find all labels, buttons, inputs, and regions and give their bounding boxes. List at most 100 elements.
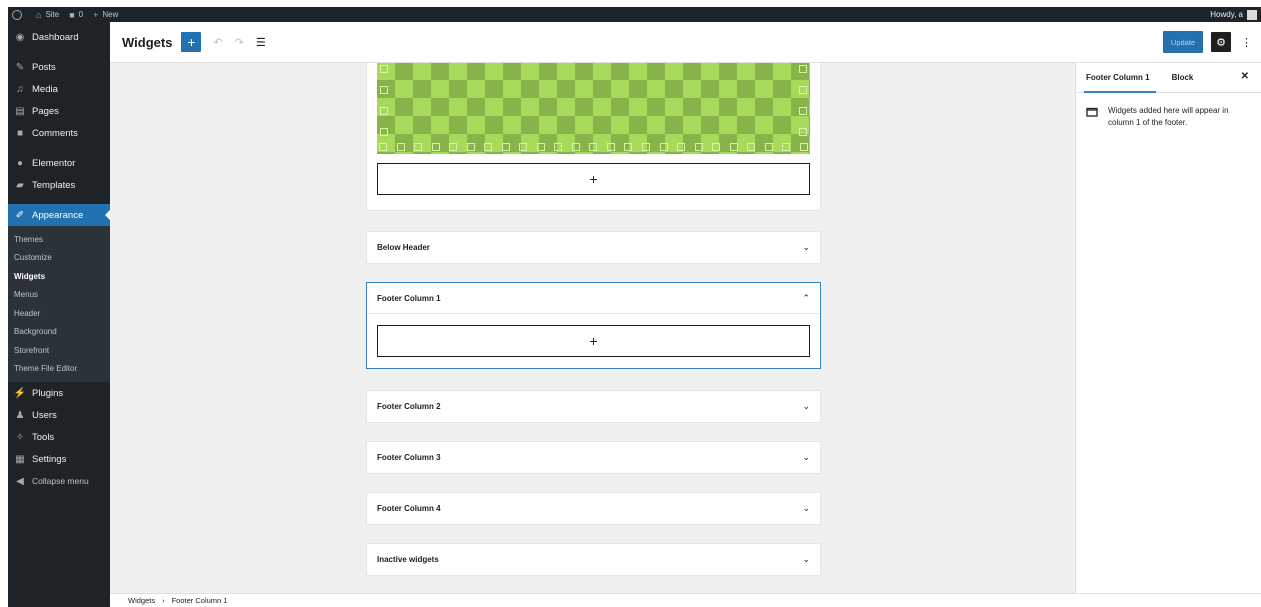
widget-area-inactive-widgets[interactable]: Inactive widgets ⌄ — [366, 543, 821, 576]
settings-gear-icon[interactable]: ⚙ — [1211, 32, 1231, 52]
submenu-item-theme-file-editor[interactable]: Theme File Editor — [8, 360, 110, 379]
new-content-link[interactable]: + New — [93, 10, 118, 20]
tab-block[interactable]: Block — [1172, 63, 1194, 93]
folder-icon: ▰ — [16, 179, 24, 191]
plus-icon: + — [93, 9, 99, 20]
sidebar-item-label: Collapse menu — [32, 476, 89, 486]
settings-sidebar: Footer Column 1 Block ✕ Widgets added he… — [1075, 63, 1261, 593]
widget-area-footer-column-1[interactable]: Footer Column 1 ⌃ + — [366, 282, 821, 369]
appearance-submenu: Themes Customize Widgets Menus Header Ba… — [8, 226, 110, 382]
wordpress-logo-icon[interactable] — [12, 9, 22, 20]
add-block-appender[interactable]: + — [377, 163, 810, 195]
chevron-right-icon: › — [162, 596, 165, 605]
sidebar-item-label: Templates — [32, 179, 76, 191]
submenu-item-widgets[interactable]: Widgets — [8, 267, 110, 286]
avatar — [1247, 9, 1257, 20]
pin-icon: ✎ — [15, 61, 25, 73]
editor-header: Widgets + ↶ ↷ ☰ Update ⚙ ⋮ — [110, 22, 1261, 63]
plugin-icon: ⚡ — [13, 387, 27, 399]
admin-bar: ⌂ Site ■ 0 + New Howdy, a — [8, 7, 1261, 22]
comments-link[interactable]: ■ 0 — [69, 10, 83, 20]
widget-area-below-header[interactable]: Below Header ⌄ — [366, 231, 821, 264]
close-icon[interactable]: ✕ — [1241, 71, 1249, 82]
submenu-item-background[interactable]: Background — [8, 323, 110, 342]
comments-count: 0 — [78, 10, 84, 19]
sidebar-item-tools[interactable]: ✧ Tools — [8, 426, 110, 448]
sidebar-item-users[interactable]: ♟ Users — [8, 404, 110, 426]
sidebar-item-appearance[interactable]: ✐ Appearance — [8, 204, 110, 226]
home-icon: ⌂ — [36, 9, 42, 20]
widget-area-icon — [1086, 107, 1098, 117]
submenu-item-menus[interactable]: Menus — [8, 286, 110, 305]
collapse-menu-button[interactable]: ◀ Collapse menu — [8, 470, 110, 492]
widget-area-footer-column-4[interactable]: Footer Column 4 ⌄ — [366, 492, 821, 525]
submenu-item-themes[interactable]: Themes — [8, 230, 110, 249]
dashboard-icon: ◉ — [15, 31, 25, 43]
chevron-down-icon[interactable]: ⌄ — [802, 242, 810, 253]
media-icon: ♫ — [16, 83, 24, 95]
breadcrumb-root[interactable]: Widgets — [128, 596, 155, 605]
widget-area-footer-column-2[interactable]: Footer Column 2 ⌄ — [366, 390, 821, 423]
submenu-item-customize[interactable]: Customize — [8, 249, 110, 268]
submenu-item-storefront[interactable]: Storefront — [8, 341, 110, 360]
chevron-down-icon[interactable]: ⌄ — [802, 554, 810, 565]
comment-icon: ■ — [16, 127, 24, 139]
howdy-label: Howdy, a — [1210, 10, 1243, 19]
update-button[interactable]: Update — [1163, 31, 1203, 53]
sidebar-item-label: Comments — [32, 127, 78, 139]
tab-widget-area[interactable]: Footer Column 1 — [1084, 63, 1156, 93]
add-block-appender[interactable]: + — [377, 325, 810, 357]
page-title: Widgets — [122, 34, 173, 50]
more-options-icon[interactable]: ⋮ — [1241, 36, 1252, 49]
panel-title: Footer Column 4 — [377, 504, 441, 513]
settings-icon: ▦ — [15, 453, 25, 465]
admin-sidebar: ◉ Dashboard ✎ Posts ♫ Media ▤ Pages ■ Co… — [8, 22, 110, 607]
sidebar-item-label: Pages — [32, 105, 59, 117]
brush-icon: ✐ — [15, 209, 25, 221]
add-block-button[interactable]: + — [181, 32, 202, 52]
sidebar-item-pages[interactable]: ▤ Pages — [8, 100, 110, 122]
chevron-down-icon[interactable]: ⌄ — [802, 503, 810, 514]
breadcrumb-current[interactable]: Footer Column 1 — [172, 596, 228, 605]
panel-title: Footer Column 1 — [377, 293, 441, 303]
panel-title: Footer Column 3 — [377, 453, 441, 462]
site-link[interactable]: ⌂ Site — [36, 10, 59, 20]
sidebar-item-templates[interactable]: ▰ Templates — [8, 174, 110, 196]
redo-icon[interactable]: ↷ — [235, 36, 244, 49]
chevron-up-icon[interactable]: ⌃ — [802, 293, 810, 304]
new-label: New — [102, 10, 119, 19]
undo-icon[interactable]: ↶ — [213, 36, 222, 49]
sidebar-item-label: Appearance — [32, 209, 84, 221]
comment-icon: ■ — [69, 9, 75, 20]
pattern-image[interactable] — [377, 63, 810, 154]
sidebar-item-dashboard[interactable]: ◉ Dashboard — [8, 26, 110, 48]
sidebar-item-label: Dashboard — [32, 31, 79, 43]
sidebar-item-label: Users — [32, 409, 57, 421]
pages-icon: ▤ — [15, 105, 25, 117]
elementor-icon: ● — [16, 157, 24, 169]
panel-title: Below Header — [377, 243, 430, 252]
sidebar-item-posts[interactable]: ✎ Posts — [8, 56, 110, 78]
sidebar-item-elementor[interactable]: ● Elementor — [8, 152, 110, 174]
sidebar-item-label: Posts — [32, 61, 56, 73]
user-icon: ♟ — [15, 409, 25, 421]
panel-title: Footer Column 2 — [377, 402, 441, 411]
widget-area-footer-column-3[interactable]: Footer Column 3 ⌄ — [366, 441, 821, 474]
chevron-down-icon[interactable]: ⌄ — [802, 452, 810, 463]
account-menu[interactable]: Howdy, a — [1210, 9, 1257, 20]
chevron-down-icon[interactable]: ⌄ — [802, 401, 810, 412]
widget-area-header: + — [366, 63, 821, 211]
list-view-icon[interactable]: ☰ — [256, 36, 266, 49]
sidebar-item-comments[interactable]: ■ Comments — [8, 122, 110, 144]
sidebar-item-settings[interactable]: ▦ Settings — [8, 448, 110, 470]
widget-area-description: Widgets added here will appear in column… — [1108, 106, 1229, 127]
sidebar-item-label: Plugins — [32, 387, 64, 399]
sidebar-item-label: Settings — [32, 453, 67, 465]
sidebar-item-plugins[interactable]: ⚡ Plugins — [8, 382, 110, 404]
sidebar-item-label: Elementor — [32, 157, 76, 169]
sidebar-item-media[interactable]: ♫ Media — [8, 78, 110, 100]
collapse-icon: ◀ — [16, 475, 24, 487]
breadcrumb: Widgets › Footer Column 1 — [110, 593, 1261, 607]
submenu-item-header[interactable]: Header — [8, 304, 110, 323]
panel-title: Inactive widgets — [377, 555, 439, 564]
